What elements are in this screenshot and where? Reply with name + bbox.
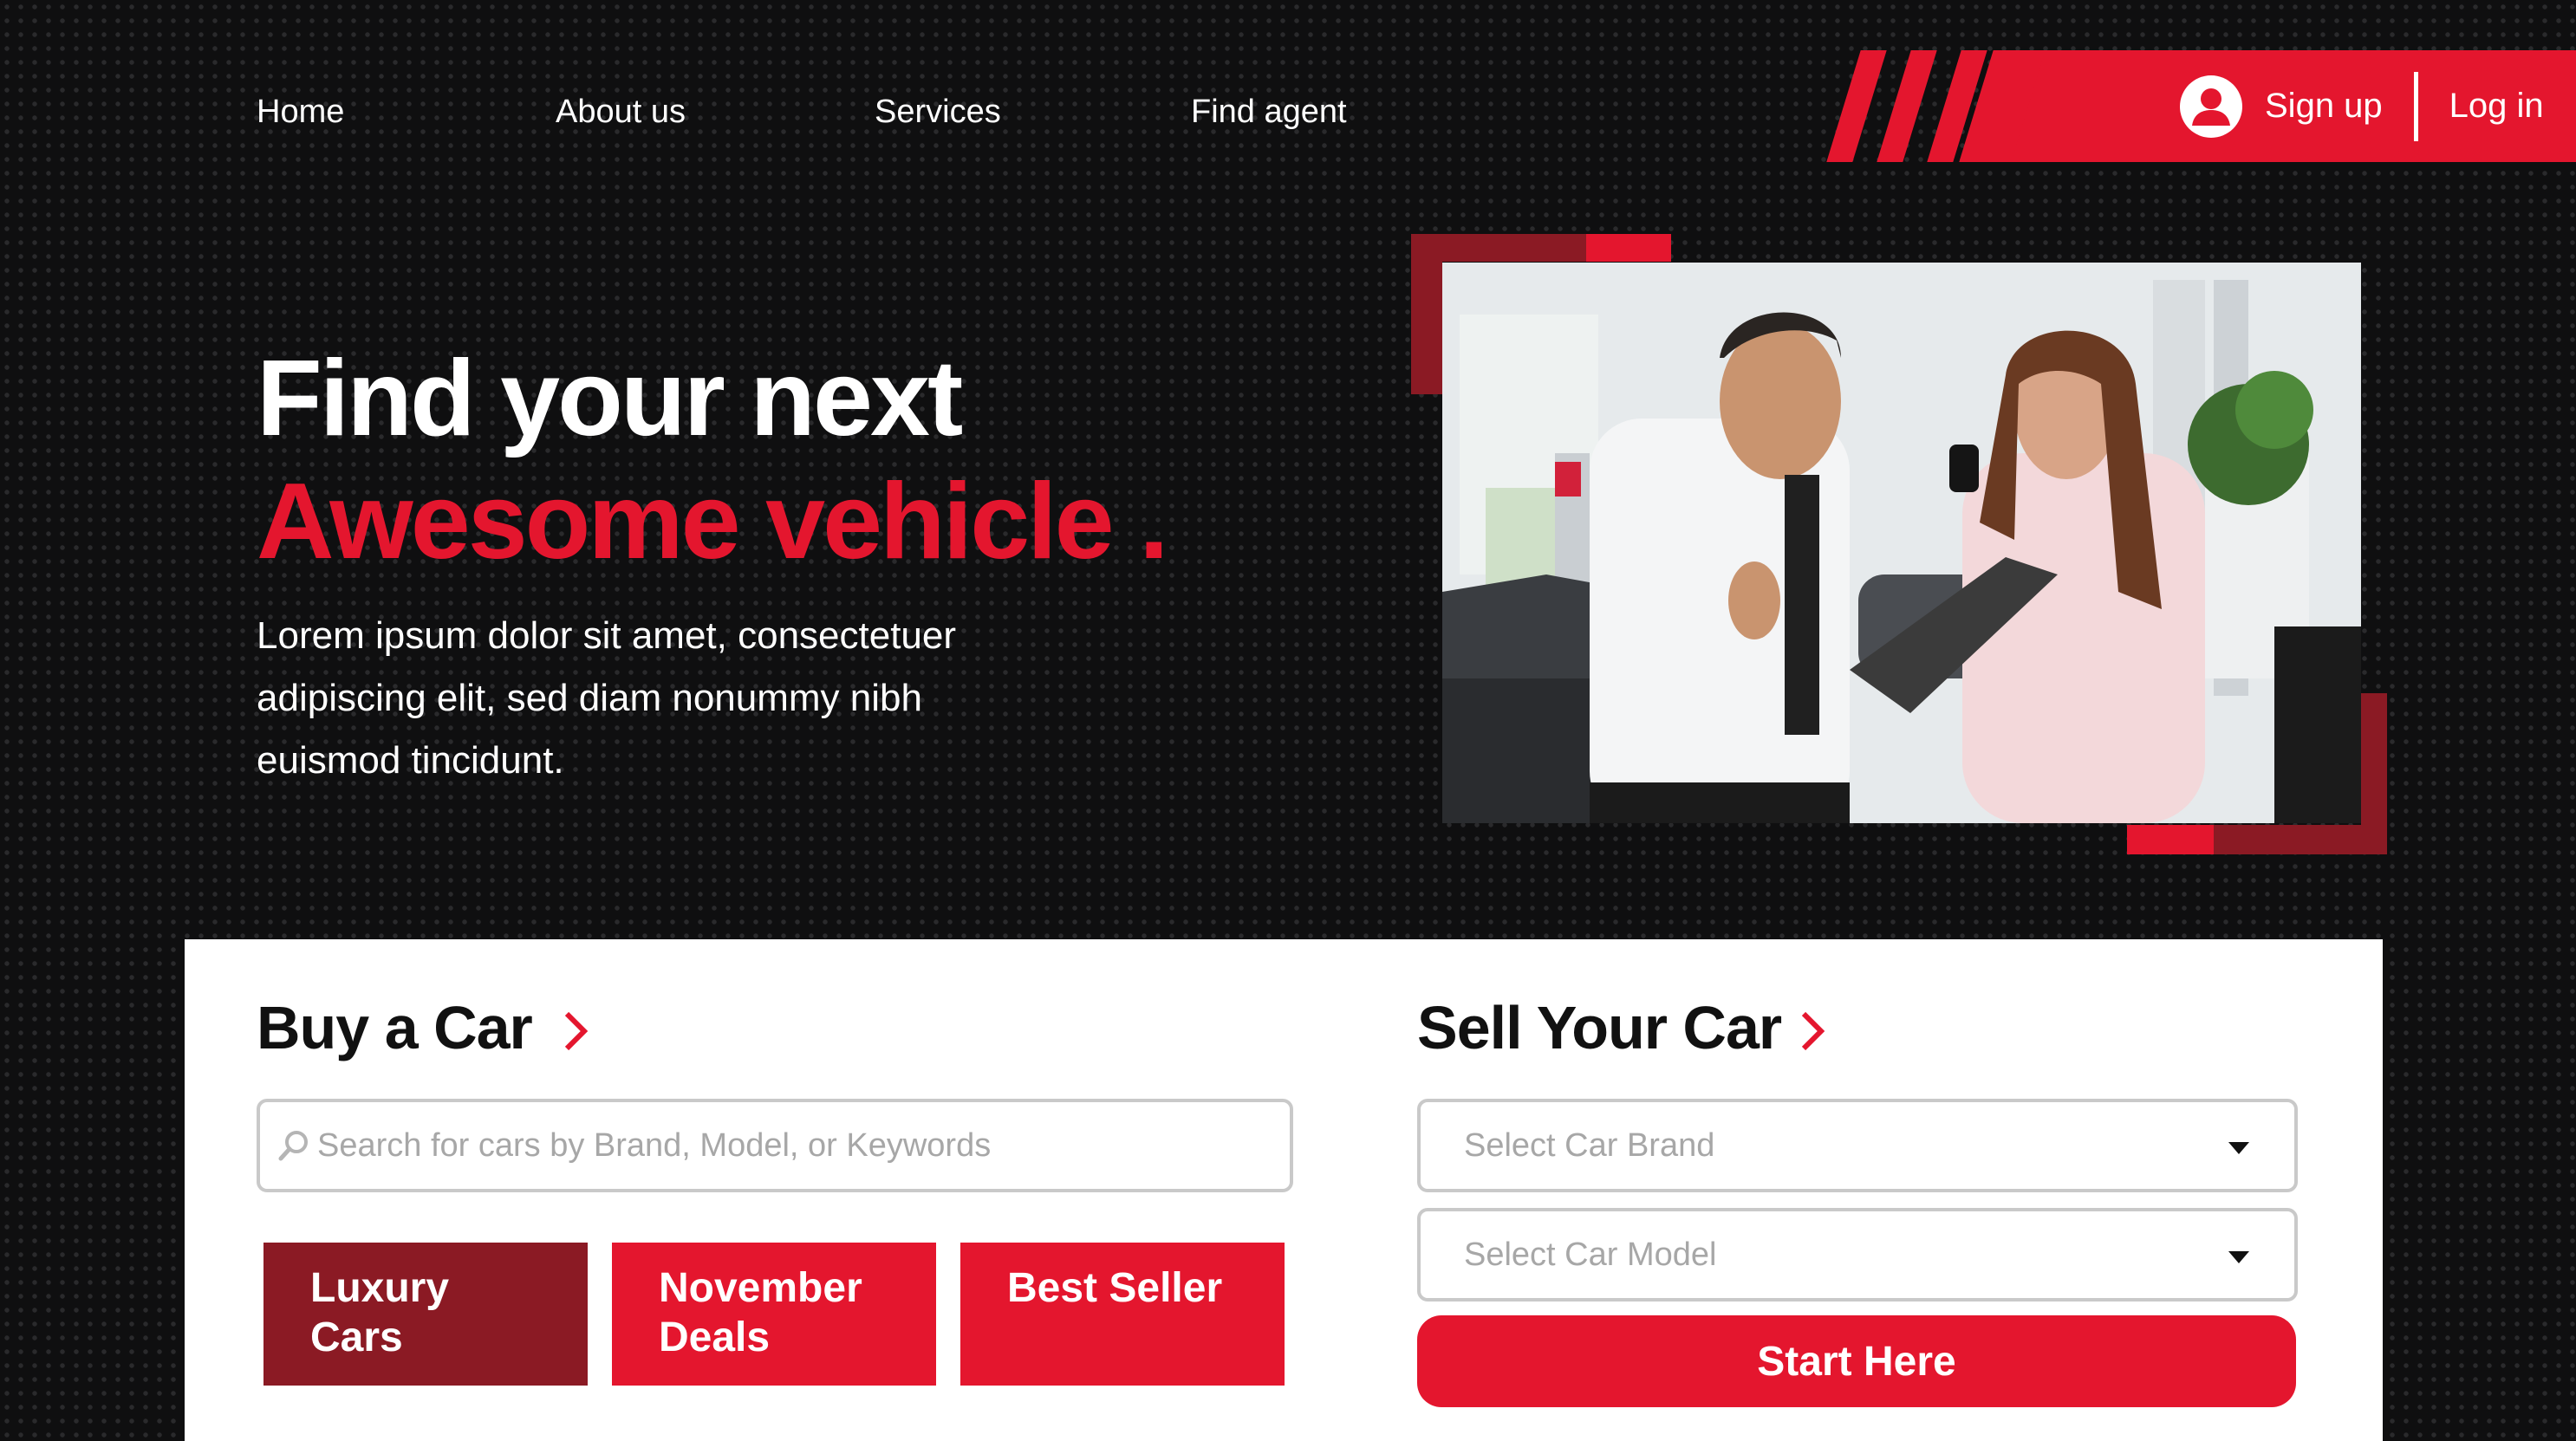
tile-label: November: [659, 1265, 862, 1311]
hero-title-dot: .: [1139, 462, 1168, 581]
buy-a-car-title[interactable]: Buy a Car: [257, 993, 533, 1062]
nav-services[interactable]: Services: [875, 94, 1191, 131]
car-brand-placeholder: Select Car Brand: [1464, 1126, 1715, 1164]
nav-find-agent[interactable]: Find agent: [1191, 94, 1451, 131]
frame-corner: [1411, 234, 1442, 394]
start-here-button[interactable]: Start Here: [1417, 1315, 2296, 1407]
auth-bar: Sign up Log in: [1803, 50, 2576, 162]
nav-home[interactable]: Home: [257, 94, 556, 131]
caret-down-icon: [2228, 1251, 2249, 1263]
search-input[interactable]: Search for cars by Brand, Model, or Keyw…: [257, 1099, 1293, 1192]
search-placeholder: Search for cars by Brand, Model, or Keyw…: [317, 1126, 992, 1164]
hero-title-line1: Find your next: [257, 339, 963, 458]
hero-title-accent: Awesome vehicle: [257, 462, 1115, 581]
tile-label: Best Seller: [1007, 1265, 1223, 1311]
car-model-select[interactable]: Select Car Model: [1417, 1208, 2298, 1301]
tile-november-deals[interactable]: November Deals: [612, 1243, 936, 1386]
chevron-right-icon[interactable]: [1799, 1010, 1828, 1052]
decor-stripe: [1826, 50, 1887, 162]
tile-label: Deals: [659, 1314, 771, 1360]
sell-your-car-title[interactable]: Sell Your Car: [1417, 993, 1782, 1062]
auth-divider: [2413, 71, 2418, 141]
hero-title-line2: Awesome vehicle .: [257, 468, 1169, 575]
search-icon: [278, 1131, 308, 1161]
tile-label: Luxury: [310, 1265, 450, 1311]
nav-about-us[interactable]: About us: [556, 94, 875, 131]
search-card: Buy a Car Search for cars by Brand, Mode…: [185, 939, 2383, 1441]
photo-illustration: [1442, 263, 2361, 823]
frame-corner: [1586, 234, 1671, 262]
frame-corner: [2127, 825, 2214, 854]
main-nav: Home About us Services Find agent: [257, 94, 1451, 131]
tile-luxury-cars[interactable]: Luxury Cars: [263, 1243, 588, 1386]
caret-down-icon: [2228, 1142, 2249, 1154]
chevron-right-icon[interactable]: [562, 1010, 591, 1052]
sign-up-link[interactable]: Sign up: [2265, 87, 2383, 126]
log-in-link[interactable]: Log in: [2449, 87, 2544, 126]
decor-stripe: [1877, 50, 1937, 162]
auth-panel: Sign up Log in: [1994, 50, 2576, 162]
hero-description: Lorem ipsum dolor sit amet, consectetuer…: [257, 614, 957, 782]
tile-best-seller[interactable]: Best Seller: [960, 1243, 1285, 1386]
car-model-placeholder: Select Car Model: [1464, 1236, 1717, 1273]
car-dealership-agents-photo: [1442, 263, 2361, 823]
frame-corner: [2214, 825, 2387, 854]
user-circle-icon[interactable]: [2180, 75, 2242, 138]
car-brand-select[interactable]: Select Car Brand: [1417, 1099, 2298, 1192]
tile-label: Cars: [310, 1314, 403, 1360]
